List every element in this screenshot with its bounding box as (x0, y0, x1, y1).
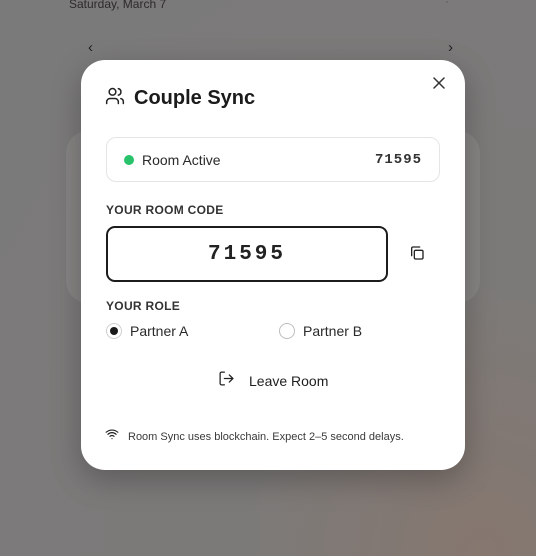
room-code-display[interactable]: 71595 (106, 226, 388, 282)
background-prev-icon: ‹ (88, 39, 93, 56)
leave-room-label: Leave Room (249, 373, 329, 389)
partner-b-radio[interactable] (279, 323, 295, 339)
couple-sync-dialog: Couple Sync Room Active 71595 YOUR ROOM … (81, 60, 465, 470)
role-option-partner-b[interactable]: Partner B (279, 323, 362, 339)
status-text: Room Active (142, 151, 221, 168)
role-label: YOUR ROLE (106, 299, 181, 313)
partner-a-radio[interactable] (106, 323, 122, 339)
partner-b-label: Partner B (303, 323, 363, 339)
room-code-label: YOUR ROOM CODE (106, 203, 224, 217)
dialog-title: Couple Sync (134, 87, 256, 109)
copy-code-button[interactable] (407, 245, 427, 265)
background-next-icon: › (448, 39, 453, 56)
users-icon (105, 86, 125, 111)
dialog-header: Couple Sync (105, 86, 255, 111)
status-room-code: 71595 (374, 151, 422, 168)
footer-text: Room Sync uses blockchain. Expect 2–5 se… (128, 430, 404, 443)
logout-icon (218, 370, 235, 392)
footer-note: Room Sync uses blockchain. Expect 2–5 se… (105, 427, 404, 446)
partner-a-label: Partner A (130, 323, 189, 339)
close-icon (433, 76, 445, 94)
background-menu-icon: · (445, 0, 449, 8)
status-indicator-dot (124, 154, 134, 165)
leave-room-button[interactable]: Leave Room (218, 370, 328, 392)
wifi-icon (105, 427, 119, 446)
role-option-partner-a[interactable]: Partner A (106, 323, 188, 339)
background-date: Saturday, March 7 (69, 0, 167, 11)
room-status-box: Room Active 71595 (106, 137, 440, 182)
close-button[interactable] (431, 77, 447, 93)
copy-icon (409, 245, 425, 266)
